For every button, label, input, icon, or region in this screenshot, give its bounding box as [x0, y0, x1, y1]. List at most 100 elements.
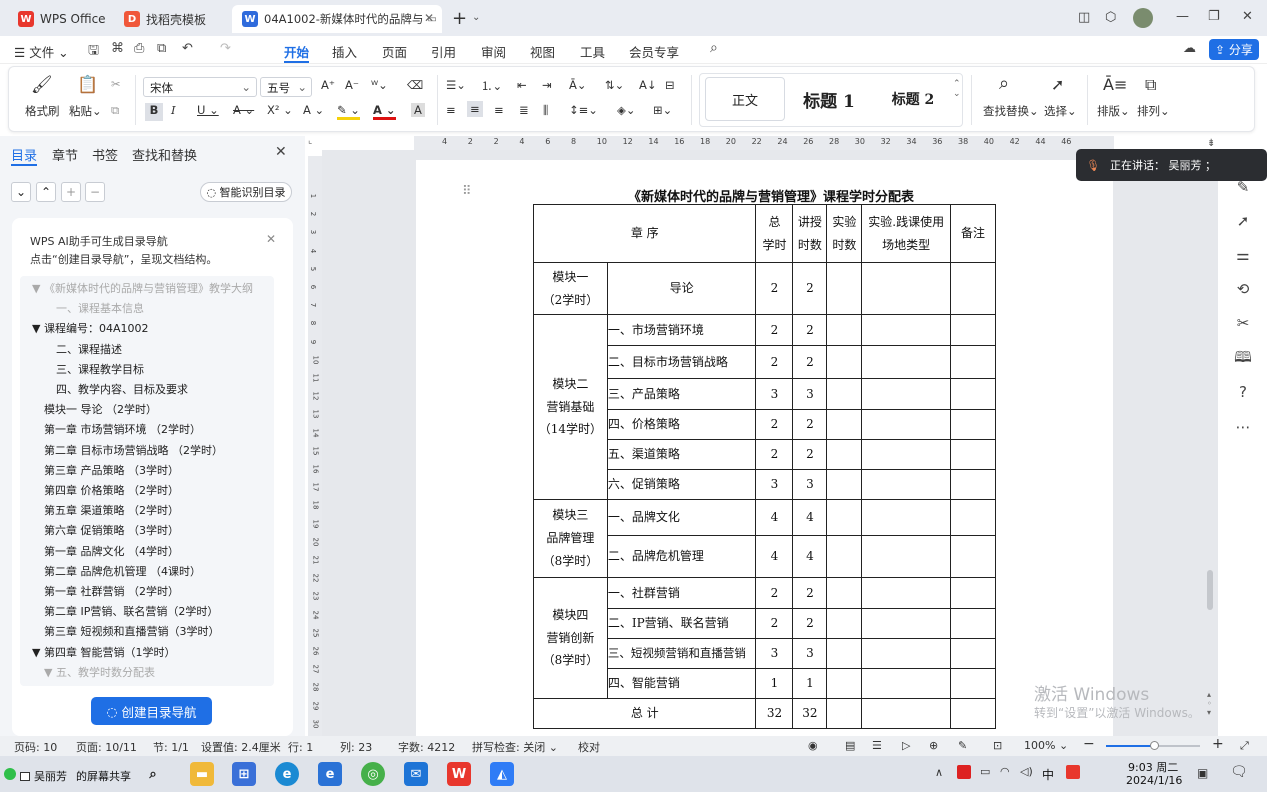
border-icon[interactable]: ⊞⌄ — [653, 103, 672, 117]
zoom-out-icon[interactable]: − — [1083, 736, 1095, 752]
menu-page[interactable]: 页面 — [382, 42, 407, 61]
numbered-list-icon[interactable]: ⒈⌄ — [481, 78, 502, 94]
outdent-icon[interactable]: ⇤ — [517, 78, 527, 92]
close-window-icon[interactable]: ✕ — [1242, 9, 1253, 24]
ime-indicator[interactable]: 中 — [1042, 766, 1054, 783]
meeting-app-icon[interactable]: ◭ — [490, 762, 514, 786]
text-direction-icon[interactable]: Ā⌄ — [569, 78, 587, 92]
align-center-icon[interactable]: ≡ — [467, 101, 483, 117]
tray-arrow-icon[interactable]: ∧ — [935, 766, 943, 779]
toc-item[interactable]: 第五章 渠道策略 （2学时） — [44, 502, 179, 518]
select-pointer-icon[interactable]: ➚ — [1234, 212, 1252, 230]
cloud-icon[interactable]: ☁ — [1183, 41, 1196, 56]
smart-toc-button[interactable]: ◌ 智能识别目录 — [200, 182, 292, 202]
char-shading-icon[interactable]: A — [411, 103, 425, 117]
sort-icon[interactable]: ⇅⌄ — [605, 78, 624, 92]
clock-date[interactable]: 2024/1/16 — [1126, 774, 1182, 787]
align-left-icon[interactable]: ≡ — [446, 103, 456, 117]
save-icon[interactable]: 🖫 — [88, 41, 99, 63]
avatar[interactable] — [1133, 8, 1153, 28]
close-panel-icon[interactable]: ✕ — [275, 144, 287, 160]
tools-icon[interactable]: ✂ — [1234, 314, 1252, 332]
status-pages[interactable]: 页面: 10/11 — [76, 739, 137, 755]
share-button[interactable]: ⇪ 分享 — [1209, 39, 1259, 60]
menu-member[interactable]: 会员专享 — [629, 42, 679, 61]
italic-icon[interactable]: I — [171, 103, 176, 117]
arrange-icon[interactable]: ⧉ — [1145, 75, 1156, 95]
format-brush-icon[interactable]: 🖌 — [31, 75, 53, 95]
distribute-icon[interactable]: ⫼ — [543, 103, 548, 118]
chevron-down-icon[interactable]: ⌄ — [472, 12, 480, 23]
new-tab-button[interactable]: + — [452, 8, 467, 29]
drag-handle-icon[interactable]: ⠿ — [462, 184, 472, 199]
ruler-toggle-icon[interactable]: ⇟ — [1207, 138, 1215, 149]
ai-read-icon[interactable]: ⟲ — [1234, 280, 1252, 298]
edge-icon[interactable]: e — [275, 762, 299, 786]
minimize-icon[interactable]: — — [1176, 9, 1189, 24]
battery-icon[interactable]: ▭ — [980, 765, 990, 778]
mail-icon[interactable]: ✉ — [404, 762, 428, 786]
status-page-no[interactable]: 页码: 10 — [14, 739, 57, 755]
tab-toc[interactable]: 目录 — [11, 145, 37, 164]
wifi-icon[interactable]: ◠ — [1000, 765, 1010, 778]
close-tip-icon[interactable]: ✕ — [266, 232, 276, 246]
toc-item[interactable]: 第四章 价格策略 （2学时） — [44, 482, 179, 498]
style-heading1[interactable]: 标题 1 — [789, 77, 869, 121]
redo-icon[interactable]: ↷ — [220, 41, 231, 56]
clock-time[interactable]: 9:03 周二 — [1128, 759, 1178, 775]
expand-icon[interactable]: ⌃ — [36, 182, 56, 202]
bullet-list-icon[interactable]: ☰⌄ — [446, 78, 466, 92]
status-proof[interactable]: 校对 — [578, 739, 600, 755]
show-marks-icon[interactable]: ⊟ — [665, 78, 675, 92]
web-view-icon[interactable]: ⊕ — [929, 739, 938, 752]
toc-item[interactable]: 第三章 短视频和直播营销（3学时） — [44, 623, 220, 639]
wps-tray-icon[interactable] — [1066, 765, 1080, 779]
toc-item[interactable]: ▼ 五、教学时数分配表 — [44, 664, 155, 680]
style-scroll-icon[interactable]: ⌃ ⌄ — [953, 79, 961, 99]
file-explorer-icon[interactable]: ▬ — [190, 762, 214, 786]
add-level-icon[interactable]: + — [61, 182, 81, 202]
remove-level-icon[interactable]: − — [85, 182, 105, 202]
sort-az-icon[interactable]: A↓ — [639, 78, 657, 92]
find-icon[interactable]: ⌕ — [999, 73, 1009, 94]
menu-insert[interactable]: 插入 — [332, 42, 357, 61]
wps-taskbar-icon[interactable]: W — [447, 762, 471, 786]
strikethrough-icon[interactable]: A ⌄ — [233, 103, 254, 117]
toc-item[interactable]: ▼ 第四章 智能营销（1学时） — [32, 644, 175, 660]
cube-icon[interactable]: ⬡ — [1105, 10, 1116, 25]
toc-item[interactable]: 第二章 目标市场营销战略 （2学时） — [44, 442, 223, 458]
menu-view[interactable]: 视图 — [530, 42, 555, 61]
indent-icon[interactable]: ⇥ — [542, 78, 552, 92]
close-tab-icon[interactable]: ✕ — [424, 11, 434, 25]
format-brush-button[interactable]: 格式刷 — [25, 103, 60, 119]
ruler-corner-icon[interactable]: ⌞ — [308, 136, 322, 150]
status-spell[interactable]: 拼写检查: 关闭 ⌄ — [472, 739, 558, 755]
status-row[interactable]: 行: 1 — [288, 739, 313, 755]
paste-button[interactable]: 粘贴⌄ — [69, 103, 102, 119]
shrink-font-icon[interactable]: A⁻ — [345, 78, 359, 92]
toc-item[interactable]: 二、课程描述 — [56, 341, 122, 357]
toc-item[interactable]: ▼ 课程编号：04A1002 — [32, 320, 148, 336]
fit-icon[interactable]: ⊡ — [993, 739, 1002, 752]
layout-button[interactable]: 排版⌄ — [1097, 103, 1130, 119]
undo-icon[interactable]: ↶ — [182, 41, 193, 56]
font-size-select[interactable]: 五号 ⌄ — [260, 77, 312, 97]
help-icon[interactable]: ? — [1234, 383, 1252, 401]
toc-item[interactable]: 第一章 市场营销环境 （2学时） — [44, 421, 201, 437]
eye-icon[interactable]: ◉ — [808, 739, 818, 752]
toc-item[interactable]: 第六章 促销策略 （3学时） — [44, 522, 179, 538]
menu-home[interactable]: 开始 — [284, 42, 310, 63]
toc-item[interactable]: 第一章 社群营销 （2学时） — [44, 583, 179, 599]
search-icon[interactable]: ⌕ — [710, 40, 718, 56]
toc-item[interactable]: 第二章 IP营销、联名营销（2学时） — [44, 603, 218, 619]
layout-text-icon[interactable]: Ā≡ — [1103, 75, 1127, 94]
show-desktop-icon[interactable]: ▣ — [1197, 766, 1208, 780]
tab-docer[interactable]: D 找稻壳模板 — [114, 5, 226, 33]
menu-file[interactable]: ☰ 文件 ⌄ — [14, 42, 69, 61]
store-icon[interactable]: ⊞ — [232, 762, 256, 786]
status-words[interactable]: 字数: 4212 — [398, 739, 455, 755]
select-cursor-icon[interactable]: ➚ — [1051, 75, 1064, 94]
toc-item[interactable]: 模块一 导论 （2学时） — [44, 401, 157, 417]
grow-font-icon[interactable]: A⁺ — [321, 78, 335, 92]
arrange-button[interactable]: 排列⌄ — [1137, 103, 1170, 119]
